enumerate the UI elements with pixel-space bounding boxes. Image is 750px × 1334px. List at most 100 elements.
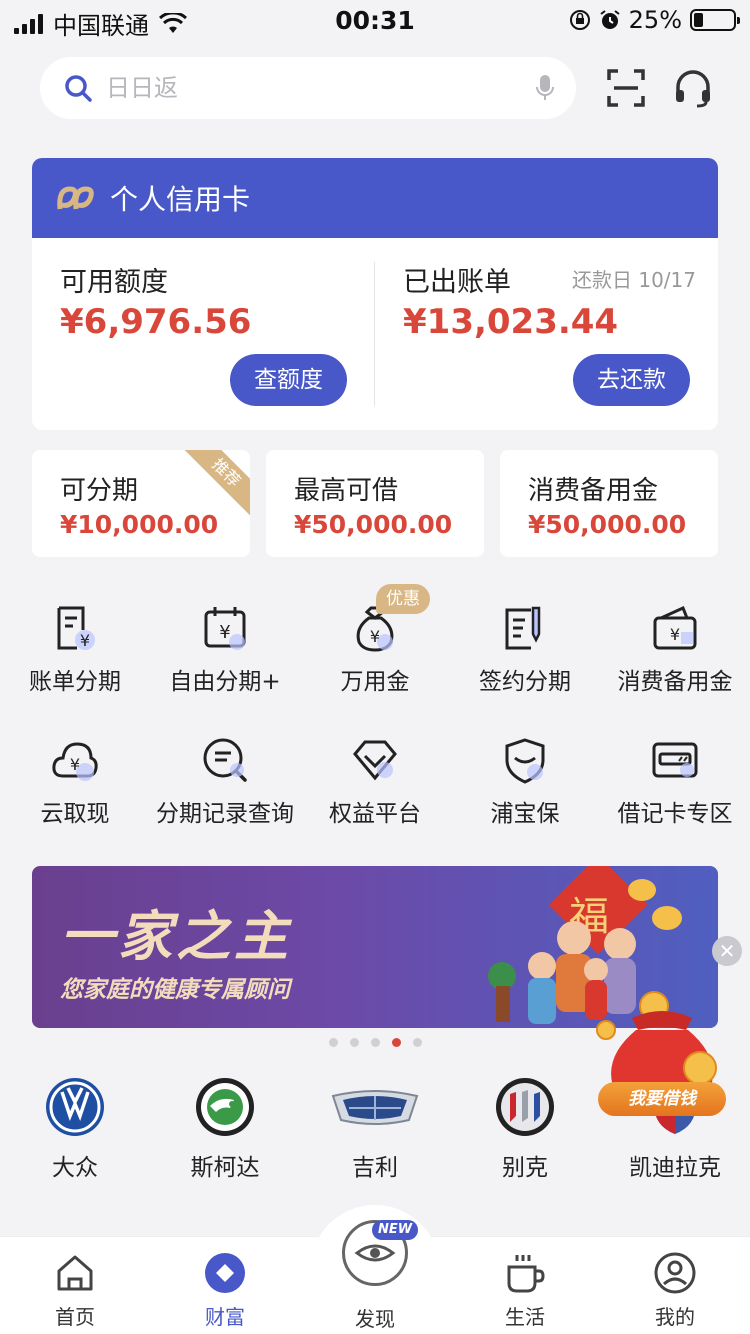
service-cloud-cash[interactable]: ¥ 云取现: [0, 736, 150, 846]
service-rights-platform[interactable]: 权益平台: [300, 736, 450, 846]
brand-label: 别克: [502, 1155, 548, 1181]
available-credit-section: 可用额度 ¥6,976.56 查额度: [32, 238, 375, 430]
service-debit-card-zone[interactable]: 借记卡专区: [600, 736, 750, 846]
max-loan-card[interactable]: 最高可借 ¥50,000.00: [266, 450, 484, 557]
service-label: 自由分期+: [169, 669, 281, 695]
quick-card-label: 可分期: [60, 476, 139, 506]
quick-card-amount: ¥50,000.00: [528, 510, 687, 539]
available-credit-label: 可用额度: [60, 267, 168, 298]
statement-label: 已出账单: [403, 267, 511, 298]
service-label: 签约分期: [479, 669, 571, 695]
tab-label: 生活: [505, 1305, 545, 1329]
carousel-dot-active[interactable]: [391, 1038, 401, 1047]
new-badge: NEW: [372, 1220, 419, 1240]
tab-mine[interactable]: 我的: [600, 1251, 750, 1330]
svg-text:¥: ¥: [670, 625, 680, 644]
service-label: 云取现: [40, 801, 110, 827]
scan-icon: [607, 69, 645, 107]
microphone-icon[interactable]: [536, 74, 554, 102]
installment-card[interactable]: 可分期 ¥10,000.00 推荐: [32, 450, 250, 557]
service-contract-installment[interactable]: 签约分期: [450, 604, 600, 714]
service-label: 账单分期: [29, 669, 121, 695]
borrow-money-button[interactable]: 我要借钱: [598, 1082, 726, 1116]
carousel-dot[interactable]: [370, 1038, 380, 1047]
search-input[interactable]: [106, 74, 536, 102]
headset-icon: [676, 70, 710, 108]
skoda-logo-icon: [196, 1078, 254, 1136]
available-credit-amount: ¥6,976.56: [60, 302, 252, 342]
service-free-installment[interactable]: ¥ 自由分期+: [150, 604, 300, 714]
battery-icon: [690, 9, 740, 31]
service-pubaobao[interactable]: 浦宝保: [450, 736, 600, 846]
quick-card-amount: ¥50,000.00: [294, 510, 453, 539]
tab-life[interactable]: 生活: [450, 1251, 600, 1330]
repay-button[interactable]: 去还款: [573, 354, 690, 406]
quick-card-label: 最高可借: [294, 476, 399, 506]
tab-label: 我的: [655, 1305, 695, 1329]
banner-headline: 一家之主: [60, 905, 292, 968]
discount-tag: 优惠: [376, 584, 430, 614]
card-panel-title: 个人信用卡: [110, 183, 251, 216]
wealth-diamond-icon: [205, 1253, 245, 1293]
tab-label: 首页: [55, 1305, 95, 1329]
service-label: 万用金: [340, 669, 410, 695]
svg-text:¥: ¥: [70, 755, 80, 774]
bill-yen-icon: ¥: [57, 606, 95, 650]
buick-logo-icon: [496, 1078, 554, 1136]
carousel-dot[interactable]: [328, 1038, 338, 1047]
wallet-yen-icon: ¥: [653, 605, 697, 650]
banner-close-button[interactable]: ✕: [712, 936, 742, 966]
brand-label: 吉利: [352, 1155, 398, 1181]
reserve-fund-card[interactable]: 消费备用金 ¥50,000.00: [500, 450, 718, 557]
tab-wealth[interactable]: 财富: [150, 1251, 300, 1330]
search-bar[interactable]: [40, 57, 576, 119]
brand-volkswagen[interactable]: 大众: [0, 1076, 150, 1182]
credit-card-panel: 个人信用卡 可用额度 ¥6,976.56 查额度 已出账单 还款日 10/17 …: [32, 158, 718, 430]
tab-home[interactable]: 首页: [0, 1251, 150, 1330]
geely-logo-icon: [331, 1090, 419, 1125]
brand-geely[interactable]: 吉利: [300, 1076, 450, 1182]
brand-label: 大众: [52, 1155, 98, 1181]
carousel-dot[interactable]: [349, 1038, 359, 1047]
debit-card-icon: [652, 742, 698, 778]
tab-label: 财富: [205, 1305, 245, 1329]
battery-percent: 25%: [628, 6, 682, 34]
diamond-check-icon: [353, 740, 397, 781]
tab-label: 发现: [355, 1307, 395, 1331]
alarm-icon: [600, 10, 620, 29]
service-label: 借记卡专区: [617, 801, 733, 827]
service-reserve-fund[interactable]: ¥ 消费备用金: [600, 604, 750, 714]
banner-subtitle: 您家庭的健康专属顾问: [60, 977, 290, 1003]
customer-service-button[interactable]: [673, 68, 713, 108]
carousel-dot[interactable]: [412, 1038, 422, 1047]
statement-amount: ¥13,023.44: [403, 302, 619, 342]
brand-skoda[interactable]: 斯柯达: [150, 1076, 300, 1182]
service-wanyongjin[interactable]: ¥ 万用金: [300, 604, 450, 714]
volkswagen-logo-icon: [46, 1078, 104, 1136]
service-label: 分期记录查询: [156, 801, 294, 827]
coffee-cup-icon: [507, 1255, 545, 1293]
service-label: 浦宝保: [490, 801, 560, 827]
service-bill-installment[interactable]: ¥ 账单分期: [0, 604, 150, 714]
check-credit-button[interactable]: 查额度: [230, 354, 347, 406]
svg-text:¥: ¥: [80, 631, 90, 650]
service-installment-records[interactable]: 分期记录查询: [150, 736, 300, 846]
spdb-logo-icon: [57, 186, 94, 210]
shield-icon: [505, 738, 545, 784]
cloud-yen-icon: ¥: [52, 742, 98, 781]
search-icon: [65, 75, 92, 102]
recommend-ribbon: 推荐: [181, 450, 250, 518]
scan-button[interactable]: [606, 68, 646, 108]
service-label: 权益平台: [329, 801, 421, 827]
card-panel-header[interactable]: 个人信用卡: [32, 158, 718, 238]
profile-icon: [654, 1252, 696, 1294]
svg-text:¥: ¥: [219, 622, 230, 643]
rotation-lock-icon: [569, 10, 590, 30]
svg-text:¥: ¥: [370, 627, 380, 646]
quick-card-amount: ¥10,000.00: [60, 510, 219, 539]
tab-discover[interactable]: 发现: [300, 1297, 450, 1332]
statement-section: 已出账单 还款日 10/17 ¥13,023.44 去还款: [375, 238, 718, 430]
search-record-icon: [203, 738, 247, 782]
due-date: 还款日 10/17: [572, 268, 696, 292]
brand-buick[interactable]: 别克: [450, 1076, 600, 1182]
